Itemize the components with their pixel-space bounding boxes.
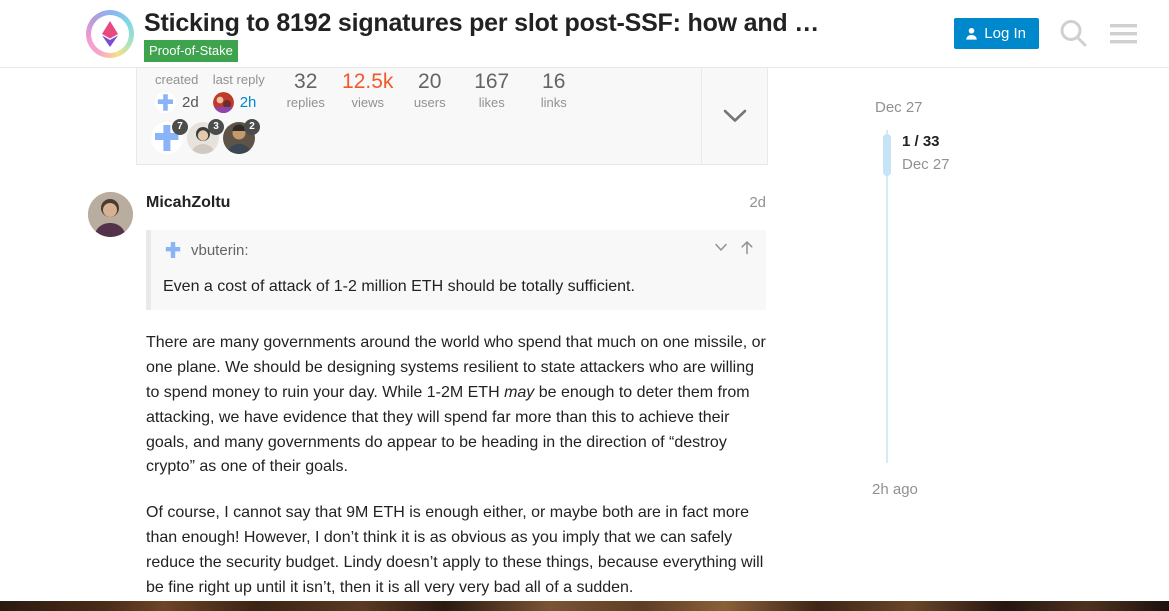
participant-post-count: 3	[208, 119, 224, 135]
stat-users-label: users	[413, 95, 446, 111]
topic-column: created 2d last reply 2h 32 replies 12.5…	[0, 68, 840, 600]
participants-list: 7 3 2	[151, 119, 260, 154]
stat-links-value: 16	[542, 70, 566, 93]
paragraph-1-emphasis: may	[504, 383, 535, 401]
topic-map-expand[interactable]	[701, 68, 767, 164]
participant-post-count: 2	[244, 119, 260, 135]
avatar-vbuterin-quote[interactable]	[163, 240, 183, 260]
stat-views-label: views	[351, 95, 384, 111]
topic-timeline: Dec 27 1 / 33 Dec 27 2h ago	[872, 68, 1092, 611]
created-value-row: 2d	[155, 92, 199, 113]
quote-author[interactable]: vbuterin:	[191, 242, 249, 259]
participant-2[interactable]: 3	[187, 119, 224, 154]
timeline-last-activity: 2h ago	[872, 481, 918, 498]
topic-map: created 2d last reply 2h 32 replies 12.5…	[136, 68, 768, 165]
stat-views[interactable]: 12.5k views	[337, 70, 399, 110]
post-body: MicahZoltu 2d vbuterin: Even a cost of a…	[146, 192, 766, 600]
quote-controls	[714, 240, 754, 255]
header-actions: Log In	[954, 17, 1155, 50]
participant-3[interactable]: 2	[223, 119, 260, 154]
site-logo[interactable]	[86, 10, 134, 58]
quote-block: vbuterin: Even a cost of attack of 1-2 m…	[146, 230, 766, 311]
page-body: created 2d last reply 2h 32 replies 12.5…	[0, 68, 1169, 611]
page-title[interactable]: Sticking to 8192 signatures per slot pos…	[144, 9, 954, 38]
last-reply-value-row: 2h	[212, 92, 265, 113]
post-timestamp[interactable]: 2d	[749, 194, 766, 211]
log-in-label: Log In	[984, 25, 1026, 42]
search-icon[interactable]	[1057, 17, 1090, 50]
stat-replies-label: replies	[286, 95, 325, 111]
post-author[interactable]: MicahZoltu	[146, 194, 230, 212]
user-icon	[966, 27, 977, 40]
created-label: created	[155, 72, 199, 87]
timeline-track[interactable]	[886, 130, 888, 463]
post: MicahZoltu 2d vbuterin: Even a cost of a…	[88, 192, 840, 600]
quote-title: vbuterin:	[163, 240, 754, 260]
timeline-handle[interactable]	[883, 134, 891, 176]
stat-created: created 2d	[151, 70, 209, 113]
quote-text: Even a cost of attack of 1-2 million ETH…	[163, 278, 635, 295]
avatar-last-poster[interactable]	[212, 92, 234, 113]
stat-users-value: 20	[418, 70, 442, 93]
avatar-micahzoltu[interactable]	[88, 192, 133, 237]
topic-map-stats: created 2d last reply 2h 32 replies 12.5…	[137, 68, 701, 164]
stat-likes-label: likes	[478, 95, 505, 111]
stat-likes[interactable]: 167 likes	[461, 70, 523, 110]
timeline-position-date: Dec 27	[902, 155, 950, 173]
post-paragraph-2: Of course, I cannot say that 9M ETH is e…	[146, 504, 764, 596]
timeline-current[interactable]: 1 / 33 Dec 27	[902, 133, 950, 174]
post-paragraph-1: There are many governments around the wo…	[146, 331, 766, 480]
created-ago: 2d	[182, 94, 199, 111]
stat-links-label: links	[540, 95, 567, 111]
tag-row: Proof-of-Stake	[144, 40, 954, 63]
stat-links[interactable]: 16 links	[523, 70, 585, 110]
logo-ring	[86, 10, 134, 58]
logo-inner	[91, 15, 129, 53]
log-in-button[interactable]: Log In	[954, 18, 1039, 49]
stat-replies-value: 32	[294, 70, 318, 93]
post-meta: MicahZoltu 2d	[146, 192, 766, 212]
timeline-top-date: Dec 27	[875, 99, 923, 116]
arrow-up-icon[interactable]	[740, 240, 754, 255]
category-badge[interactable]: Proof-of-Stake	[144, 40, 238, 63]
header-title-block: Sticking to 8192 signatures per slot pos…	[144, 5, 954, 63]
site-header: Sticking to 8192 signatures per slot pos…	[0, 0, 1169, 68]
last-reply-ago[interactable]: 2h	[240, 94, 257, 111]
stat-last-reply: last reply 2h	[209, 70, 275, 113]
hamburger-menu-icon[interactable]	[1108, 20, 1139, 47]
chevron-down-icon[interactable]	[714, 240, 728, 254]
avatar-vbuterin[interactable]	[155, 92, 176, 113]
stats-row: created 2d last reply 2h 32 replies 12.5…	[151, 68, 691, 113]
stat-likes-value: 167	[474, 70, 510, 93]
stat-users[interactable]: 20 users	[399, 70, 461, 110]
stat-replies[interactable]: 32 replies	[275, 70, 337, 110]
bottom-image-strip	[0, 601, 1169, 611]
ethereum-diamond-icon	[102, 21, 118, 47]
participant-post-count: 7	[172, 119, 188, 135]
stat-views-value: 12.5k	[342, 70, 394, 93]
last-reply-label: last reply	[212, 72, 265, 87]
chevron-down-icon	[723, 109, 746, 122]
timeline-position: 1 / 33	[902, 133, 940, 150]
participant-1[interactable]: 7	[151, 119, 188, 154]
